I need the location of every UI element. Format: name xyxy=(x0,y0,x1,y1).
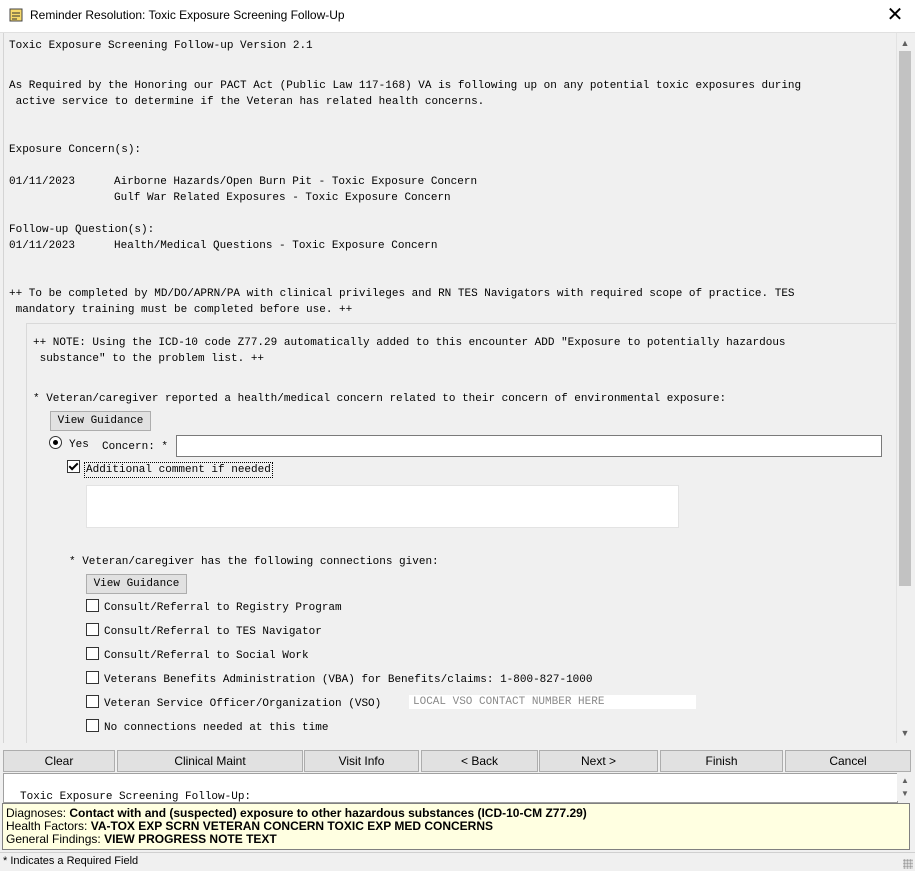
general-findings-label: General Findings: xyxy=(6,832,105,846)
note-text-2: substance" to the problem list. ++ xyxy=(33,353,265,365)
followup-item: Health/Medical Questions - Toxic Exposur… xyxy=(114,240,438,252)
scrollbar-thumb[interactable] xyxy=(899,51,911,586)
back-button[interactable]: < Back xyxy=(421,750,538,772)
findings-panel: Diagnoses: Contact with and (suspected) … xyxy=(2,803,910,850)
preview-scrollbar[interactable]: ▲ ▼ xyxy=(897,773,913,801)
scroll-up-icon[interactable]: ▲ xyxy=(897,775,913,787)
status-bar: * Indicates a Required Field xyxy=(0,852,915,871)
yes-radio[interactable] xyxy=(49,436,62,449)
diagnoses-label: Diagnoses: xyxy=(6,806,70,820)
exposure-heading: Exposure Concern(s): xyxy=(9,144,142,156)
clinical-maint-button[interactable]: Clinical Maint xyxy=(117,750,303,772)
reminder-note-icon xyxy=(9,8,23,22)
connection-label: Consult/Referral to Registry Program xyxy=(104,602,342,614)
scroll-down-icon[interactable]: ▼ xyxy=(897,788,913,800)
general-findings-row: General Findings: VIEW PROGRESS NOTE TEX… xyxy=(6,833,909,846)
general-findings-value: VIEW PROGRESS NOTE TEXT xyxy=(104,832,277,846)
connection-checkbox[interactable] xyxy=(86,623,99,636)
window-title: Reminder Resolution: Toxic Exposure Scre… xyxy=(30,8,345,22)
vso-contact-placeholder: LOCAL VSO CONTACT NUMBER HERE xyxy=(413,696,605,708)
view-guidance-button[interactable]: View Guidance xyxy=(50,411,151,431)
yes-label: Yes xyxy=(69,439,89,451)
connections-question: * Veteran/caregiver has the following co… xyxy=(69,556,439,568)
concern-label: Concern: * xyxy=(102,441,169,453)
additional-comment-checkbox[interactable] xyxy=(67,460,80,473)
button-bar: Clear Clinical Maint Visit Info < Back N… xyxy=(0,746,915,772)
connection-label: Consult/Referral to TES Navigator xyxy=(104,626,322,638)
exposure-item: Airborne Hazards/Open Burn Pit - Toxic E… xyxy=(114,176,478,188)
diagnoses-value: Contact with and (suspected) exposure to… xyxy=(69,806,587,820)
concern-input[interactable] xyxy=(176,435,882,457)
dialog-header: Toxic Exposure Screening Follow-up Versi… xyxy=(9,40,313,52)
connection-label: Veterans Benefits Administration (VBA) f… xyxy=(104,674,593,686)
preview-text: Toxic Exposure Screening Follow-Up: xyxy=(20,791,252,803)
finish-button[interactable]: Finish xyxy=(660,750,783,772)
scroll-up-icon[interactable]: ▲ xyxy=(897,35,913,51)
connection-checkbox[interactable] xyxy=(86,599,99,612)
exposure-item: Gulf War Related Exposures - Toxic Expos… xyxy=(114,192,451,204)
connection-checkbox[interactable] xyxy=(86,695,99,708)
concern-question: * Veteran/caregiver reported a health/me… xyxy=(33,393,727,405)
content-scrollbar[interactable]: ▲ ▼ xyxy=(896,33,913,743)
connection-checkbox[interactable] xyxy=(86,671,99,684)
additional-comment-textarea[interactable] xyxy=(86,485,679,528)
connection-label: Veteran Service Officer/Organization (VS… xyxy=(104,698,382,710)
title-bar: Reminder Resolution: Toxic Exposure Scre… xyxy=(0,0,915,33)
next-button[interactable]: Next > xyxy=(539,750,658,772)
connection-label: Consult/Referral to Social Work xyxy=(104,650,309,662)
note-preview[interactable]: Toxic Exposure Screening Follow-Up: xyxy=(3,773,898,803)
connection-checkbox[interactable] xyxy=(86,647,99,660)
completion-text-1: ++ To be completed by MD/DO/APRN/PA with… xyxy=(9,288,795,300)
cancel-button[interactable]: Cancel xyxy=(785,750,911,772)
close-icon[interactable]: ✕ xyxy=(881,2,909,30)
health-factors-value: VA-TOX EXP SCRN VETERAN CONCERN TOXIC EX… xyxy=(90,819,493,833)
completion-text-2: mandatory training must be completed bef… xyxy=(9,304,353,316)
health-factors-label: Health Factors: xyxy=(6,819,91,833)
connection-checkbox[interactable] xyxy=(86,719,99,732)
vso-contact-field[interactable]: LOCAL VSO CONTACT NUMBER HERE xyxy=(409,695,696,709)
intro-text-2: active service to determine if the Veter… xyxy=(9,96,485,108)
additional-comment-label: Additional comment if needed xyxy=(84,462,273,478)
view-guidance-button[interactable]: View Guidance xyxy=(86,574,187,594)
intro-text-1: As Required by the Honoring our PACT Act… xyxy=(9,80,802,92)
clear-button[interactable]: Clear xyxy=(3,750,115,772)
connection-label: No connections needed at this time xyxy=(104,722,329,734)
dialog-content: Toxic Exposure Screening Follow-up Versi… xyxy=(3,33,897,743)
followup-date: 01/11/2023 xyxy=(9,240,76,252)
exposure-date: 01/11/2023 xyxy=(9,176,76,188)
followup-heading: Follow-up Question(s): xyxy=(9,224,155,236)
visit-info-button[interactable]: Visit Info xyxy=(304,750,419,772)
scroll-down-icon[interactable]: ▼ xyxy=(897,725,913,741)
resize-grip-icon[interactable] xyxy=(903,859,913,869)
required-field-note: * Indicates a Required Field xyxy=(3,855,139,867)
note-text-1: ++ NOTE: Using the ICD-10 code Z77.29 au… xyxy=(33,337,786,349)
